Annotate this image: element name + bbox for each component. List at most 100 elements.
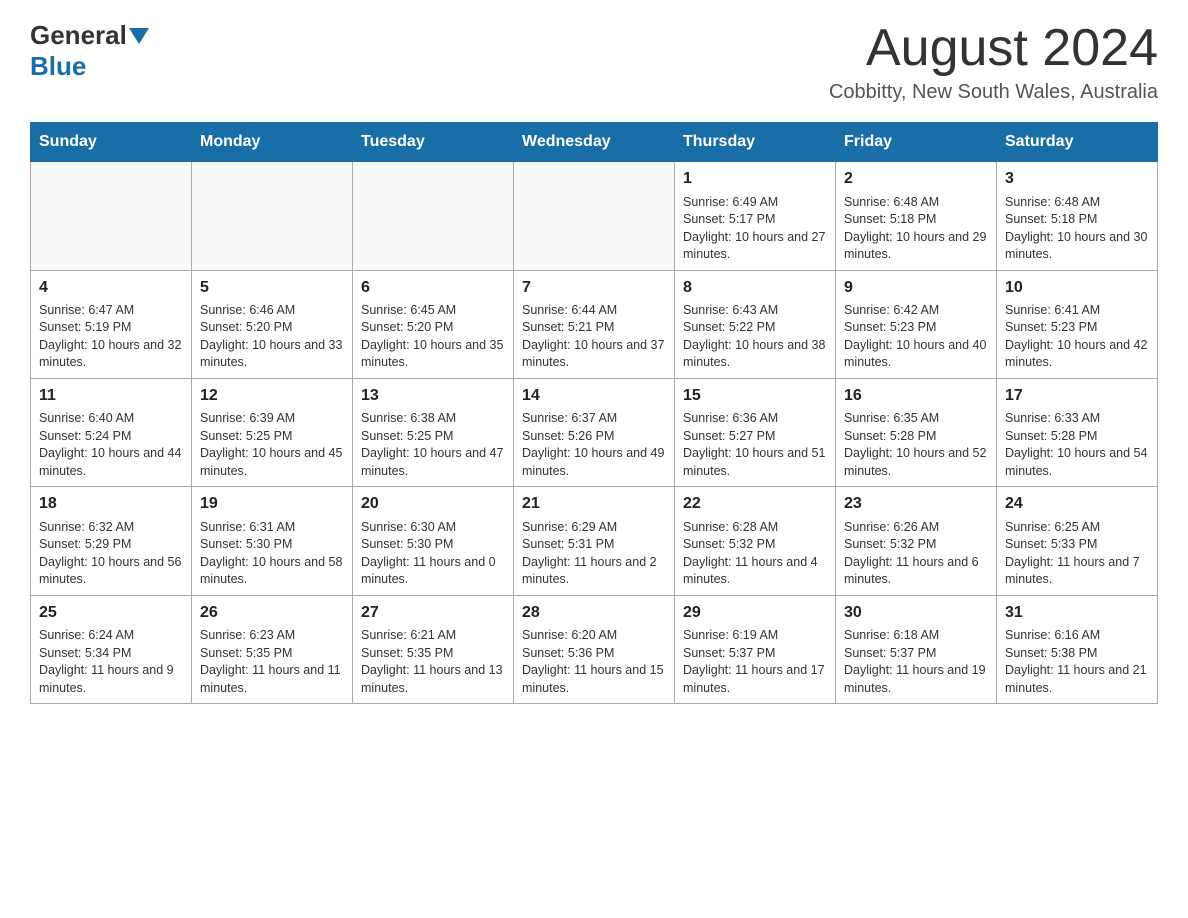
day-info: Sunrise: 6:24 AMSunset: 5:34 PMDaylight:…	[39, 627, 183, 697]
calendar-cell: 21Sunrise: 6:29 AMSunset: 5:31 PMDayligh…	[514, 487, 675, 595]
day-number: 30	[844, 602, 988, 624]
day-number: 6	[361, 277, 505, 299]
weekday-header-thursday: Thursday	[675, 123, 836, 162]
calendar-cell: 15 Sunrise: 6:36 AMSunset: 5:27 PMDayligh…	[675, 378, 836, 486]
day-info: Sunrise: 6:43 AMSunset: 5:22 PMDaylight:…	[683, 302, 827, 372]
calendar-cell: 7 Sunrise: 6:44 AMSunset: 5:21 PMDaylight…	[514, 270, 675, 378]
day-info: Sunrise: 6:38 AMSunset: 5:25 PMDaylight:…	[361, 410, 505, 480]
day-info: Sunrise: 6:30 AMSunset: 5:30 PMDaylight:…	[361, 519, 505, 589]
calendar-table: SundayMondayTuesdayWednesdayThursdayFrid…	[30, 122, 1158, 704]
day-info: Sunrise: 6:33 AMSunset: 5:28 PMDaylight:…	[1005, 410, 1149, 480]
calendar-cell: 26 Sunrise: 6:23 AMSunset: 5:35 PMDayligh…	[192, 595, 353, 703]
day-number: 24	[1005, 493, 1149, 515]
day-info: Sunrise: 6:44 AMSunset: 5:21 PMDaylight:…	[522, 302, 666, 372]
calendar-week-row: 1 Sunrise: 6:49 AMSunset: 5:17 PMDaylight…	[31, 162, 1158, 270]
calendar-week-row: 4 Sunrise: 6:47 AMSunset: 5:19 PMDaylight…	[31, 270, 1158, 378]
calendar-cell: 22 Sunrise: 6:28 AMSunset: 5:32 PMDayligh…	[675, 487, 836, 595]
weekday-header-row: SundayMondayTuesdayWednesdayThursdayFrid…	[31, 123, 1158, 162]
day-info: Sunrise: 6:37 AMSunset: 5:26 PMDaylight:…	[522, 410, 666, 480]
calendar-cell: 3Sunrise: 6:48 AMSunset: 5:18 PMDaylight…	[997, 162, 1158, 270]
calendar-cell: 23Sunrise: 6:26 AMSunset: 5:32 PMDayligh…	[836, 487, 997, 595]
calendar-week-row: 25 Sunrise: 6:24 AMSunset: 5:34 PMDayligh…	[31, 595, 1158, 703]
logo: General Blue	[30, 20, 151, 82]
day-info: Sunrise: 6:31 AMSunset: 5:30 PMDaylight:…	[200, 519, 344, 589]
day-info: Sunrise: 6:48 AMSunset: 5:18 PMDaylight:…	[1005, 194, 1149, 264]
location-subtitle: Cobbitty, New South Wales, Australia	[829, 81, 1158, 104]
day-number: 7	[522, 277, 666, 299]
day-number: 17	[1005, 385, 1149, 407]
calendar-cell: 2 Sunrise: 6:48 AMSunset: 5:18 PMDaylight…	[836, 162, 997, 270]
logo-blue-text: Blue	[30, 51, 86, 82]
calendar-cell: 17 Sunrise: 6:33 AMSunset: 5:28 PMDayligh…	[997, 378, 1158, 486]
title-area: August 2024 Cobbitty, New South Wales, A…	[829, 20, 1158, 104]
weekday-header-wednesday: Wednesday	[514, 123, 675, 162]
day-info: Sunrise: 6:20 AMSunset: 5:36 PMDaylight:…	[522, 627, 666, 697]
day-number: 18	[39, 493, 183, 515]
calendar-cell: 5Sunrise: 6:46 AMSunset: 5:20 PMDaylight…	[192, 270, 353, 378]
logo-triangle-icon	[129, 28, 149, 44]
day-info: Sunrise: 6:23 AMSunset: 5:35 PMDaylight:…	[200, 627, 344, 697]
calendar-week-row: 18 Sunrise: 6:32 AMSunset: 5:29 PMDayligh…	[31, 487, 1158, 595]
page-header: General Blue August 2024 Cobbitty, New S…	[30, 20, 1158, 104]
calendar-cell: 11 Sunrise: 6:40 AMSunset: 5:24 PMDayligh…	[31, 378, 192, 486]
day-number: 10	[1005, 277, 1149, 299]
calendar-cell	[514, 162, 675, 270]
day-info: Sunrise: 6:49 AMSunset: 5:17 PMDaylight:…	[683, 194, 827, 264]
day-info: Sunrise: 6:35 AMSunset: 5:28 PMDaylight:…	[844, 410, 988, 480]
day-number: 8	[683, 277, 827, 299]
weekday-header-monday: Monday	[192, 123, 353, 162]
calendar-cell: 30Sunrise: 6:18 AMSunset: 5:37 PMDayligh…	[836, 595, 997, 703]
month-title: August 2024	[829, 20, 1158, 77]
day-info: Sunrise: 6:25 AMSunset: 5:33 PMDaylight:…	[1005, 519, 1149, 589]
day-info: Sunrise: 6:19 AMSunset: 5:37 PMDaylight:…	[683, 627, 827, 697]
day-number: 23	[844, 493, 988, 515]
day-info: Sunrise: 6:21 AMSunset: 5:35 PMDaylight:…	[361, 627, 505, 697]
day-info: Sunrise: 6:47 AMSunset: 5:19 PMDaylight:…	[39, 302, 183, 372]
day-info: Sunrise: 6:28 AMSunset: 5:32 PMDaylight:…	[683, 519, 827, 589]
calendar-cell: 24 Sunrise: 6:25 AMSunset: 5:33 PMDayligh…	[997, 487, 1158, 595]
day-number: 20	[361, 493, 505, 515]
day-number: 29	[683, 602, 827, 624]
calendar-cell	[353, 162, 514, 270]
day-info: Sunrise: 6:39 AMSunset: 5:25 PMDaylight:…	[200, 410, 344, 480]
day-number: 25	[39, 602, 183, 624]
day-number: 26	[200, 602, 344, 624]
day-number: 14	[522, 385, 666, 407]
day-info: Sunrise: 6:48 AMSunset: 5:18 PMDaylight:…	[844, 194, 988, 264]
day-number: 21	[522, 493, 666, 515]
day-number: 12	[200, 385, 344, 407]
day-number: 4	[39, 277, 183, 299]
day-info: Sunrise: 6:41 AMSunset: 5:23 PMDaylight:…	[1005, 302, 1149, 372]
calendar-cell: 14 Sunrise: 6:37 AMSunset: 5:26 PMDayligh…	[514, 378, 675, 486]
day-number: 13	[361, 385, 505, 407]
day-number: 11	[39, 385, 183, 407]
calendar-cell: 18 Sunrise: 6:32 AMSunset: 5:29 PMDayligh…	[31, 487, 192, 595]
calendar-cell: 28 Sunrise: 6:20 AMSunset: 5:36 PMDayligh…	[514, 595, 675, 703]
calendar-cell	[31, 162, 192, 270]
calendar-cell: 12 Sunrise: 6:39 AMSunset: 5:25 PMDayligh…	[192, 378, 353, 486]
calendar-cell: 9Sunrise: 6:42 AMSunset: 5:23 PMDaylight…	[836, 270, 997, 378]
day-info: Sunrise: 6:36 AMSunset: 5:27 PMDaylight:…	[683, 410, 827, 480]
day-info: Sunrise: 6:32 AMSunset: 5:29 PMDaylight:…	[39, 519, 183, 589]
day-number: 5	[200, 277, 344, 299]
day-info: Sunrise: 6:45 AMSunset: 5:20 PMDaylight:…	[361, 302, 505, 372]
calendar-cell: 31Sunrise: 6:16 AMSunset: 5:38 PMDayligh…	[997, 595, 1158, 703]
day-number: 1	[683, 168, 827, 190]
day-number: 2	[844, 168, 988, 190]
day-number: 31	[1005, 602, 1149, 624]
calendar-cell: 10 Sunrise: 6:41 AMSunset: 5:23 PMDayligh…	[997, 270, 1158, 378]
day-info: Sunrise: 6:40 AMSunset: 5:24 PMDaylight:…	[39, 410, 183, 480]
day-number: 9	[844, 277, 988, 299]
weekday-header-saturday: Saturday	[997, 123, 1158, 162]
logo-general-text: General	[30, 20, 127, 51]
calendar-cell: 20 Sunrise: 6:30 AMSunset: 5:30 PMDayligh…	[353, 487, 514, 595]
day-number: 16	[844, 385, 988, 407]
calendar-cell	[192, 162, 353, 270]
day-number: 27	[361, 602, 505, 624]
day-number: 28	[522, 602, 666, 624]
weekday-header-tuesday: Tuesday	[353, 123, 514, 162]
day-number: 15	[683, 385, 827, 407]
day-number: 22	[683, 493, 827, 515]
calendar-cell: 4 Sunrise: 6:47 AMSunset: 5:19 PMDaylight…	[31, 270, 192, 378]
calendar-cell: 16 Sunrise: 6:35 AMSunset: 5:28 PMDayligh…	[836, 378, 997, 486]
